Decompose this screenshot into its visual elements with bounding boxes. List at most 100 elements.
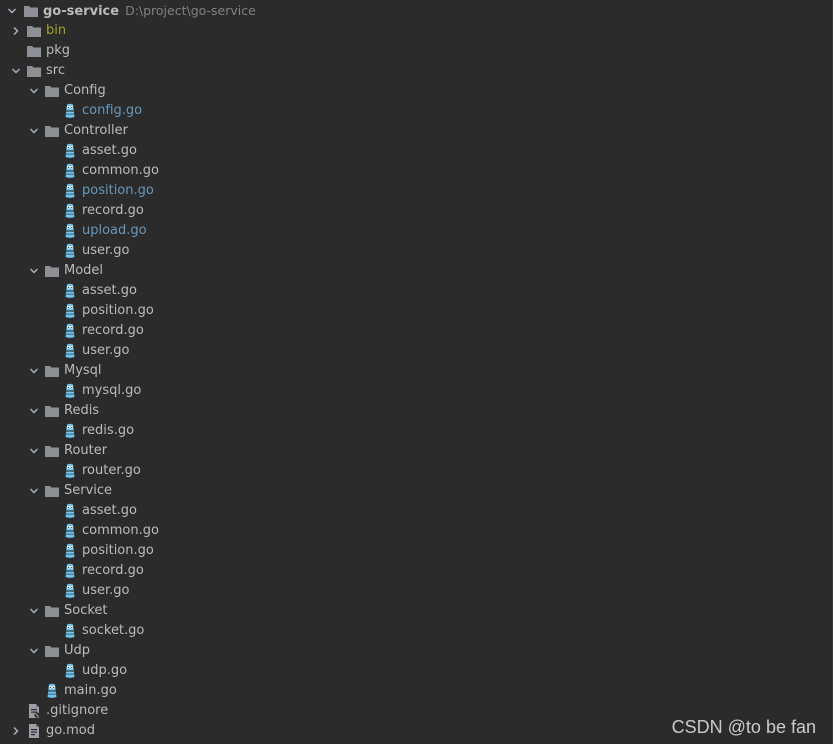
tree-row-folder[interactable]: pkg bbox=[0, 41, 820, 61]
tree-item-label: udp.go bbox=[82, 663, 128, 678]
tree-row-folder[interactable]: Model bbox=[0, 261, 820, 281]
go-file-icon bbox=[62, 161, 78, 181]
tree-row-folder[interactable]: bin bbox=[0, 21, 820, 41]
folder-icon bbox=[44, 81, 60, 101]
chevron-down-icon[interactable] bbox=[26, 261, 42, 281]
tree-row-file[interactable]: socket.go bbox=[0, 621, 820, 641]
tree-item-label: config.go bbox=[82, 103, 143, 118]
tree-item-label: Service bbox=[64, 483, 113, 498]
tree-row-file[interactable]: asset.go bbox=[0, 281, 820, 301]
tree-item-label: Socket bbox=[64, 603, 108, 618]
tree-row-file[interactable]: config.go bbox=[0, 101, 820, 121]
tree-item-label: .gitignore bbox=[46, 703, 109, 718]
chevron-down-icon[interactable] bbox=[4, 1, 20, 21]
folder-icon bbox=[44, 261, 60, 281]
tree-item-label: position.go bbox=[82, 183, 154, 198]
tree-item-label: redis.go bbox=[82, 423, 135, 438]
tree-row-file[interactable]: user.go bbox=[0, 581, 820, 601]
tree-item-label: main.go bbox=[64, 683, 117, 698]
tree-item-label: Controller bbox=[64, 123, 128, 138]
folder-icon bbox=[26, 41, 42, 61]
tree-item-label: Config bbox=[64, 83, 106, 98]
project-path: D:\project\go-service bbox=[125, 3, 256, 18]
tree-item-label: pkg bbox=[46, 43, 71, 58]
go-file-icon bbox=[62, 541, 78, 561]
tree-row-folder[interactable]: src bbox=[0, 61, 820, 81]
go-file-icon bbox=[62, 421, 78, 441]
tree-row-file[interactable]: position.go bbox=[0, 301, 820, 321]
chevron-right-icon[interactable] bbox=[8, 21, 24, 41]
go-file-icon bbox=[62, 461, 78, 481]
tree-item-label: Mysql bbox=[64, 363, 102, 378]
tree-row-folder[interactable]: Mysql bbox=[0, 361, 820, 381]
tree-item-label: asset.go bbox=[82, 143, 137, 158]
tree-row-file[interactable]: position.go bbox=[0, 181, 820, 201]
project-tree: go-service D:\project\go-service bin pkg sr… bbox=[0, 1, 820, 741]
tree-row-file[interactable]: redis.go bbox=[0, 421, 820, 441]
tree-row-file[interactable]: main.go bbox=[0, 681, 820, 701]
tree-item-label: socket.go bbox=[82, 623, 145, 638]
tree-row-folder[interactable]: Config bbox=[0, 81, 820, 101]
tree-row-project-root[interactable]: go-service D:\project\go-service bbox=[0, 1, 820, 21]
tree-row-folder[interactable]: Router bbox=[0, 441, 820, 461]
tree-row-file[interactable]: router.go bbox=[0, 461, 820, 481]
go-file-icon bbox=[62, 301, 78, 321]
tree-row-file[interactable]: common.go bbox=[0, 521, 820, 541]
chevron-down-icon[interactable] bbox=[26, 401, 42, 421]
chevron-down-icon[interactable] bbox=[26, 641, 42, 661]
folder-icon bbox=[44, 441, 60, 461]
chevron-down-icon[interactable] bbox=[26, 121, 42, 141]
tree-row-file[interactable]: user.go bbox=[0, 241, 820, 261]
go-file-icon bbox=[62, 101, 78, 121]
chevron-down-icon[interactable] bbox=[26, 481, 42, 501]
tree-row-file[interactable]: record.go bbox=[0, 201, 820, 221]
tree-row-file[interactable]: user.go bbox=[0, 341, 820, 361]
folder-icon bbox=[26, 61, 42, 81]
folder-icon bbox=[44, 121, 60, 141]
tree-row-folder[interactable]: Service bbox=[0, 481, 820, 501]
go-file-icon bbox=[62, 181, 78, 201]
tree-row-file[interactable]: asset.go bbox=[0, 501, 820, 521]
tree-item-label: bin bbox=[46, 23, 67, 38]
tree-row-folder[interactable]: Socket bbox=[0, 601, 820, 621]
go-file-icon bbox=[62, 521, 78, 541]
chevron-down-icon[interactable] bbox=[8, 61, 24, 81]
tree-row-folder[interactable]: Redis bbox=[0, 401, 820, 421]
tree-item-label: Redis bbox=[64, 403, 100, 418]
tree-item-label: Model bbox=[64, 263, 104, 278]
tree-row-file[interactable]: record.go bbox=[0, 561, 820, 581]
go-file-icon bbox=[62, 141, 78, 161]
tree-row-folder[interactable]: Udp bbox=[0, 641, 820, 661]
tree-row-file[interactable]: record.go bbox=[0, 321, 820, 341]
tree-item-label: record.go bbox=[82, 563, 144, 578]
tree-item-label: go.mod bbox=[46, 723, 95, 738]
go-mod-file-icon bbox=[26, 721, 42, 741]
folder-icon bbox=[23, 1, 39, 21]
go-file-icon bbox=[62, 661, 78, 681]
chevron-right-icon[interactable] bbox=[8, 721, 24, 741]
tree-row-file[interactable]: mysql.go bbox=[0, 381, 820, 401]
tree-row-file[interactable]: udp.go bbox=[0, 661, 820, 681]
folder-icon bbox=[26, 21, 42, 41]
tree-row-file[interactable]: upload.go bbox=[0, 221, 820, 241]
tree-item-label: upload.go bbox=[82, 223, 147, 238]
tree-item-label: router.go bbox=[82, 463, 141, 478]
chevron-down-icon[interactable] bbox=[26, 601, 42, 621]
tree-row-folder[interactable]: Controller bbox=[0, 121, 820, 141]
tree-item-label: asset.go bbox=[82, 503, 137, 518]
project-name: go-service D:\project\go-service bbox=[43, 1, 256, 22]
tree-row-file[interactable]: position.go bbox=[0, 541, 820, 561]
tree-item-label: position.go bbox=[82, 543, 154, 558]
tree-row-file[interactable]: common.go bbox=[0, 161, 820, 181]
tree-item-label: common.go bbox=[82, 163, 159, 178]
go-file-icon bbox=[62, 581, 78, 601]
tree-row-file[interactable]: asset.go bbox=[0, 141, 820, 161]
go-file-icon bbox=[62, 221, 78, 241]
chevron-down-icon[interactable] bbox=[26, 441, 42, 461]
chevron-down-icon[interactable] bbox=[26, 361, 42, 381]
tree-item-label: user.go bbox=[82, 343, 130, 358]
project-tool-window: go-service D:\project\go-service bin pkg sr… bbox=[0, 0, 833, 744]
chevron-down-icon[interactable] bbox=[26, 81, 42, 101]
folder-icon bbox=[44, 641, 60, 661]
go-file-icon bbox=[62, 341, 78, 361]
